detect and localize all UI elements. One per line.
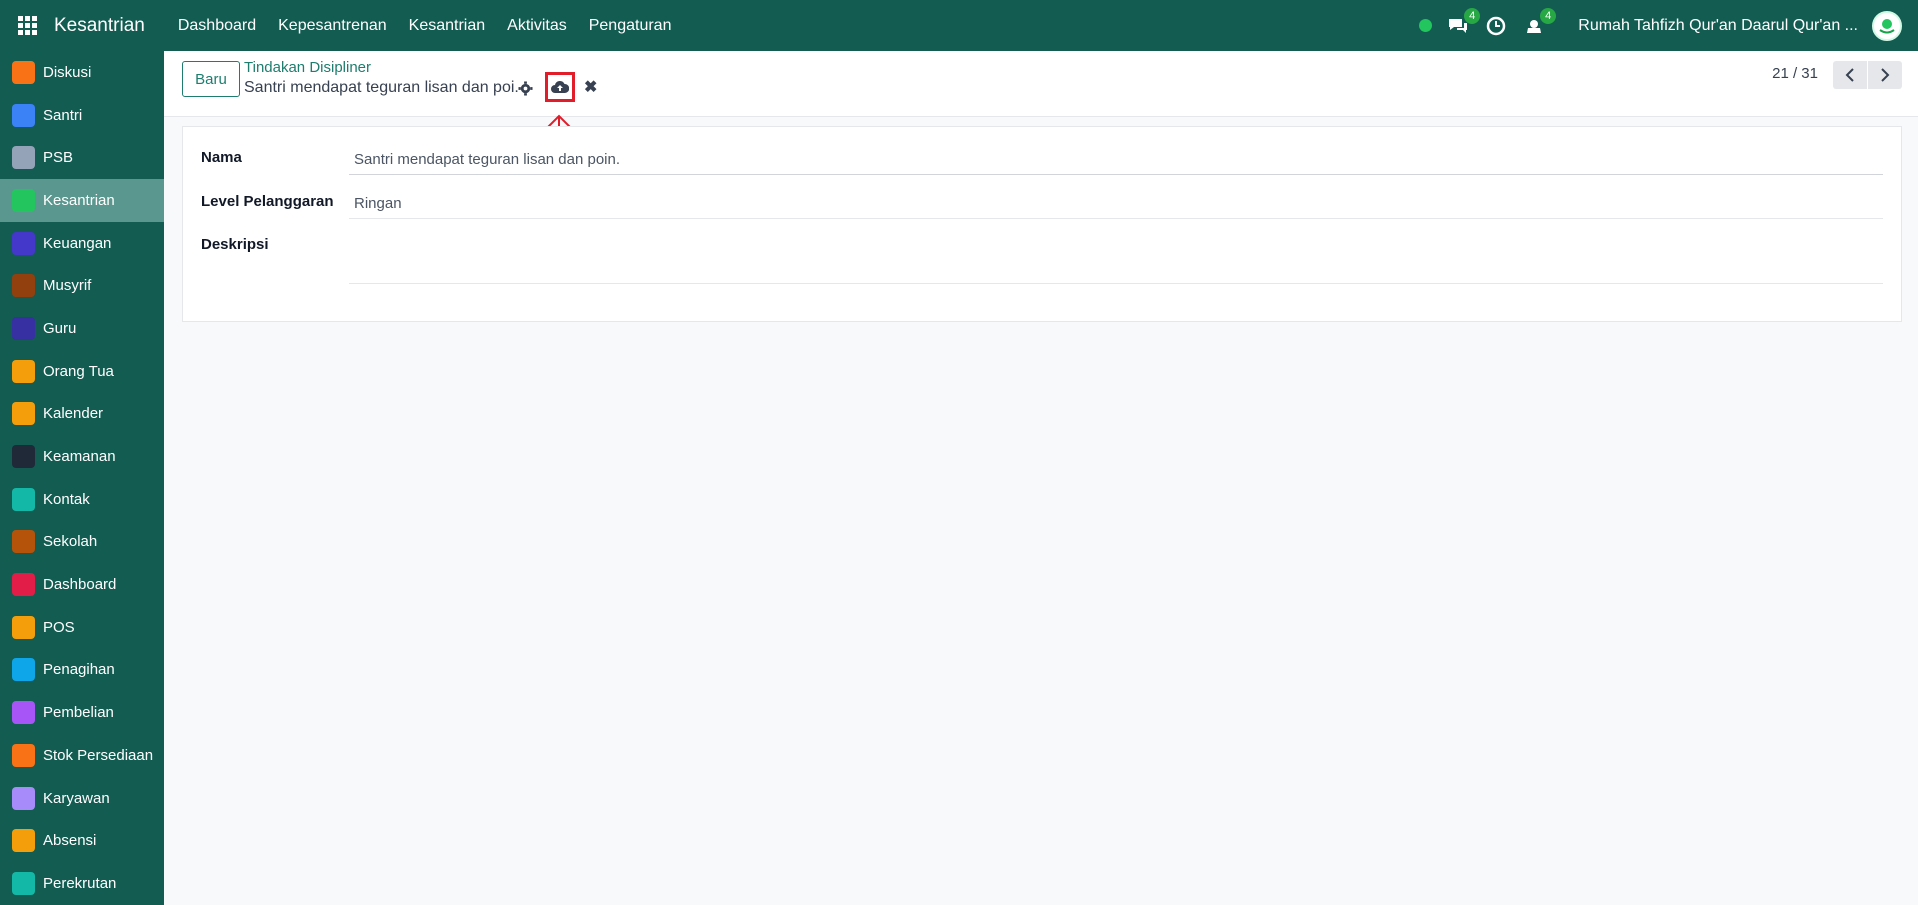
- penagihan-app-icon: [12, 658, 35, 682]
- sidebar-item-label: Keamanan: [43, 448, 116, 466]
- sidebar-item-guru[interactable]: Guru: [0, 307, 164, 350]
- sidebar-item-keuangan[interactable]: Keuangan: [0, 222, 164, 265]
- pager-next-button[interactable]: [1868, 61, 1902, 89]
- top-menu-kesantrian[interactable]: Kesantrian: [398, 17, 497, 35]
- musyrif-app-icon: [12, 274, 35, 298]
- sidebar-item-dashboard[interactable]: Dashboard: [0, 563, 164, 606]
- record-title: Santri mendapat teguran lisan dan poi.: [244, 79, 519, 96]
- new-button[interactable]: Baru: [182, 61, 240, 97]
- sidebar-item-label: Dashboard: [43, 576, 117, 594]
- sidebar-item-label: Orang Tua: [43, 362, 114, 380]
- orang-tua-app-icon: [12, 359, 35, 383]
- top-menu-dashboard[interactable]: Dashboard: [167, 17, 267, 35]
- deskripsi-label: Deskripsi: [201, 236, 269, 253]
- sidebar-item-stok-persediaan[interactable]: Stok Persediaan: [0, 734, 164, 777]
- sidebar-item-karyawan[interactable]: Karyawan: [0, 777, 164, 820]
- sidebar-item-sekolah[interactable]: Sekolah: [0, 521, 164, 564]
- sidebar-item-kalender[interactable]: Kalender: [0, 393, 164, 436]
- sidebar-item-label: Keuangan: [43, 234, 112, 252]
- dashboard-app-icon: [12, 573, 35, 597]
- psb-app-icon: [12, 146, 35, 170]
- sidebar-item-diskusi[interactable]: Diskusi: [0, 51, 164, 94]
- clock-icon[interactable]: [1484, 14, 1508, 38]
- messages-icon[interactable]: 4: [1446, 7, 1481, 38]
- messages-badge: 4: [1464, 7, 1481, 24]
- sidebar-item-pos[interactable]: POS: [0, 606, 164, 649]
- pager-previous-button[interactable]: [1833, 61, 1867, 89]
- keamanan-app-icon: [12, 445, 35, 469]
- cloud-upload-icon: [551, 80, 569, 93]
- sidebar-item-pembelian[interactable]: Pembelian: [0, 691, 164, 734]
- top-menu-pengaturan[interactable]: Pengaturan: [578, 17, 683, 35]
- gear-icon[interactable]: [516, 79, 534, 97]
- save-cloud-button[interactable]: [545, 72, 575, 102]
- sidebar-item-absensi[interactable]: Absensi: [0, 819, 164, 862]
- sidebar-item-keamanan[interactable]: Keamanan: [0, 435, 164, 478]
- sidebar-item-musyrif[interactable]: Musyrif: [0, 264, 164, 307]
- chevron-left-icon: [1845, 68, 1854, 82]
- sidebar-item-santri[interactable]: Santri: [0, 94, 164, 137]
- sidebar-item-label: Stok Persediaan: [43, 746, 154, 764]
- sidebar-item-label: Santri: [43, 106, 83, 124]
- pos-app-icon: [12, 615, 35, 639]
- online-status-icon: [1419, 19, 1433, 32]
- level-pelanggaran-field[interactable]: Ringan: [349, 195, 1883, 219]
- sidebar-item-label: Musyrif: [43, 277, 92, 295]
- pager-value: 21 / 31: [1772, 65, 1818, 82]
- activity-icon[interactable]: 4: [1522, 7, 1557, 38]
- level-pelanggaran-label: Level Pelanggaran: [201, 193, 334, 210]
- app-brand[interactable]: Kesantrian: [54, 15, 145, 37]
- top-navbar: Kesantrian Dashboard Kepesantrenan Kesan…: [0, 0, 1918, 51]
- kalender-app-icon: [12, 402, 35, 426]
- control-panel: Baru Tindakan Disipliner Santri mendapat…: [164, 51, 1918, 117]
- guru-app-icon: [12, 316, 35, 340]
- breadcrumb[interactable]: Tindakan Disipliner: [244, 59, 371, 76]
- karyawan-app-icon: [12, 786, 35, 810]
- pembelian-app-icon: [12, 701, 35, 725]
- sidebar-item-psb[interactable]: PSB: [0, 136, 164, 179]
- sidebar-item-label: POS: [43, 618, 75, 636]
- sidebar: Diskusi Santri PSB Kesantrian Keuangan Musyri…: [0, 51, 164, 905]
- stok-persediaan-app-icon: [12, 743, 35, 767]
- sidebar-item-orang-tua[interactable]: Orang Tua: [0, 350, 164, 393]
- sidebar-item-label: Kalender: [43, 405, 104, 423]
- top-menu-aktivitas[interactable]: Aktivitas: [496, 17, 578, 35]
- activity-badge: 4: [1540, 7, 1557, 24]
- sidebar-item-label: Kontak: [43, 490, 90, 508]
- sidebar-item-label: Diskusi: [43, 63, 92, 81]
- top-menu-kepesantrenan[interactable]: Kepesantrenan: [267, 17, 398, 35]
- sidebar-item-label: Guru: [43, 319, 77, 337]
- nama-label: Nama: [201, 149, 242, 166]
- absensi-app-icon: [12, 829, 35, 853]
- chevron-right-icon: [1881, 68, 1890, 82]
- kesantrian-app-icon: [12, 188, 35, 212]
- sidebar-item-label: Karyawan: [43, 789, 110, 807]
- sidebar-item-label: Absensi: [43, 832, 97, 850]
- sidebar-item-label: Kesantrian: [43, 191, 115, 209]
- sidebar-item-label: Pembelian: [43, 704, 114, 722]
- company-name[interactable]: Rumah Tahfizh Qur'an Daarul Qur'an ...: [1578, 17, 1858, 35]
- sidebar-item-kesantrian[interactable]: Kesantrian: [0, 179, 164, 222]
- sidebar-item-perekrutan[interactable]: Perekrutan: [0, 862, 164, 905]
- santri-app-icon: [12, 103, 35, 127]
- diskusi-app-icon: [12, 60, 35, 84]
- apps-menu-icon[interactable]: [0, 0, 54, 51]
- sidebar-item-kontak[interactable]: Kontak: [0, 478, 164, 521]
- keuangan-app-icon: [12, 231, 35, 255]
- sekolah-app-icon: [12, 530, 35, 554]
- top-menu: Dashboard Kepesantrenan Kesantrian Aktiv…: [167, 17, 683, 35]
- sidebar-item-penagihan[interactable]: Penagihan: [0, 649, 164, 692]
- kontak-app-icon: [12, 487, 35, 511]
- sidebar-item-label: PSB: [43, 149, 74, 167]
- deskripsi-field[interactable]: [349, 239, 1883, 284]
- perekrutan-app-icon: [12, 871, 35, 895]
- form-sheet: Nama Santri mendapat teguran lisan dan p…: [182, 126, 1902, 322]
- sidebar-item-label: Penagihan: [43, 661, 115, 679]
- sidebar-item-label: Perekrutan: [43, 874, 117, 892]
- discard-button[interactable]: ✖: [584, 77, 597, 97]
- user-avatar[interactable]: [1872, 10, 1902, 41]
- sidebar-item-label: Sekolah: [43, 533, 98, 551]
- nama-field[interactable]: Santri mendapat teguran lisan dan poin.: [349, 151, 1883, 175]
